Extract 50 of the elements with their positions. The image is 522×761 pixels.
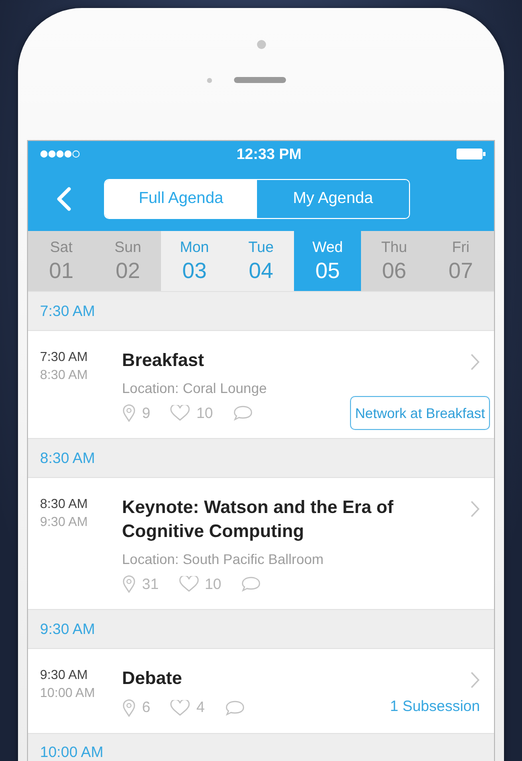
heart-icon: [178, 576, 199, 592]
map-pin-icon: [122, 575, 136, 594]
status-time: 12:33 PM: [236, 146, 302, 162]
session-location: Location: Coral Lounge: [122, 380, 268, 396]
speaker-icon: [234, 77, 286, 83]
end-time: 10:00 AM: [40, 685, 96, 700]
like-count: 4: [196, 699, 205, 716]
speech-bubble-icon: [224, 700, 245, 716]
heart-icon: [170, 405, 190, 422]
battery-icon: [456, 148, 486, 160]
day-tab[interactable]: Fri 07: [427, 231, 494, 291]
heart-icon: [170, 700, 190, 716]
agenda-tab[interactable]: Full Agenda: [105, 180, 257, 218]
map-pin-icon: [122, 698, 136, 717]
like-count: 10: [204, 576, 222, 593]
chevron-right-icon: [470, 353, 480, 371]
day-tab[interactable]: Sat 01: [28, 231, 95, 291]
session-title: Keynote: Watson and the Era of Cognitive Computing: [122, 496, 394, 543]
speech-bubble-icon: [241, 576, 262, 592]
day-tab[interactable]: Tue 04: [228, 231, 294, 291]
session-title: Debate: [122, 667, 184, 690]
subsession-link[interactable]: 1 Subsession: [390, 698, 480, 715]
end-time: 9:30 AM: [40, 514, 89, 530]
day-tab[interactable]: Wed 05: [294, 231, 361, 291]
network-button[interactable]: Network at Breakfast: [350, 396, 490, 430]
session-location: Location: South Pacific Ballroom: [122, 551, 325, 568]
start-time: 7:30 AM: [40, 349, 89, 364]
signal-icon: [40, 150, 82, 158]
checkin-count: 6: [142, 699, 150, 716]
checkin-count: 9: [142, 404, 150, 422]
map-pin-icon: [122, 404, 136, 422]
chevron-right-icon: [470, 671, 480, 690]
start-time: 9:30 AM: [40, 667, 89, 682]
time-slot-header: 8:30 AM: [28, 438, 494, 478]
camera-icon: [256, 40, 266, 49]
day-tab[interactable]: Mon 03: [161, 231, 228, 291]
sensor-icon: [206, 78, 212, 82]
time-slot-header: 9:30 AM: [28, 609, 494, 650]
speech-bubble-icon: [233, 405, 254, 422]
session-title: Breakfast: [122, 349, 206, 372]
end-time: 8:30 AM: [40, 367, 89, 382]
start-time: 8:30 AM: [40, 496, 89, 512]
chevron-right-icon: [470, 500, 480, 518]
day-tab[interactable]: Thu 06: [360, 231, 428, 291]
day-tab[interactable]: Sun 02: [94, 231, 162, 291]
back-button[interactable]: [54, 184, 74, 214]
checkin-count: 31: [142, 576, 159, 593]
time-slot-header: 10:00 AM: [28, 732, 494, 761]
like-count: 10: [196, 404, 214, 422]
time-slot-header: 7:30 AM: [28, 291, 494, 331]
